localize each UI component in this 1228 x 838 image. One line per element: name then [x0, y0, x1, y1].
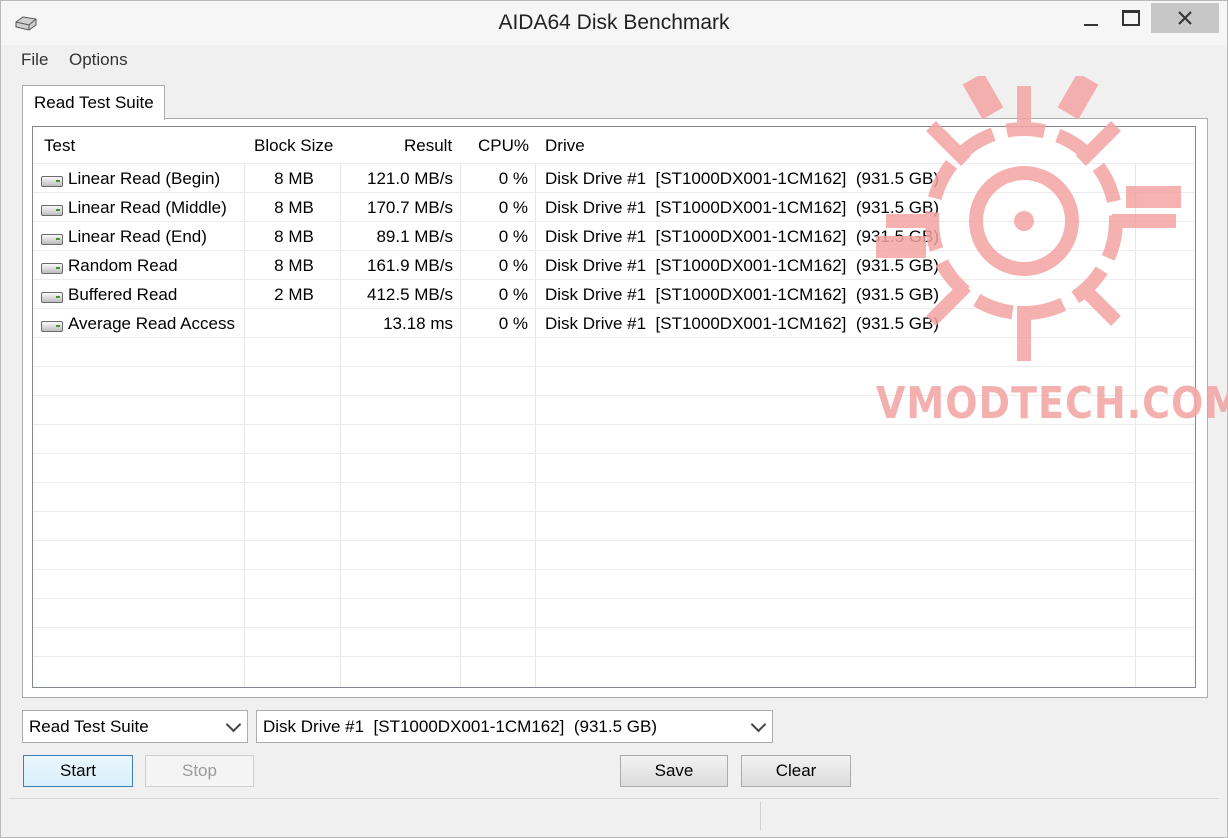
- cell-result: 161.9 MB/s: [367, 256, 453, 275]
- column-header-result[interactable]: Result: [404, 136, 452, 156]
- table-row[interactable]: Buffered Read 2 MB 412.5 MB/s 0 % Disk D…: [33, 281, 1195, 310]
- drive-select[interactable]: Disk Drive #1 [ST1000DX001-1CM162] (931.…: [256, 710, 773, 743]
- menu-options[interactable]: Options: [69, 50, 128, 70]
- chevron-down-icon: [750, 716, 767, 733]
- stop-button[interactable]: Stop: [145, 755, 254, 787]
- minimize-button[interactable]: [1069, 3, 1113, 33]
- cell-test: Linear Read (Begin): [68, 169, 221, 188]
- table-row[interactable]: Linear Read (Middle) 8 MB 170.7 MB/s 0 %…: [33, 194, 1195, 223]
- disk-drive-icon: [41, 263, 63, 274]
- menu-file[interactable]: File: [21, 50, 48, 70]
- cell-block-size: 8 MB: [274, 198, 314, 217]
- cell-drive: Disk Drive #1 [ST1000DX001-1CM162] (931.…: [545, 314, 940, 333]
- cell-drive: Disk Drive #1 [ST1000DX001-1CM162] (931.…: [545, 198, 940, 217]
- cell-drive: Disk Drive #1 [ST1000DX001-1CM162] (931.…: [545, 256, 940, 275]
- cell-result: 121.0 MB/s: [367, 169, 453, 188]
- cell-drive: Disk Drive #1 [ST1000DX001-1CM162] (931.…: [545, 227, 940, 246]
- cell-drive: Disk Drive #1 [ST1000DX001-1CM162] (931.…: [545, 169, 940, 188]
- drive-select-value: Disk Drive #1 [ST1000DX001-1CM162] (931.…: [263, 717, 658, 736]
- tab-label: Read Test Suite: [34, 93, 154, 112]
- status-divider: [760, 802, 761, 830]
- cell-cpu: 0 %: [498, 285, 528, 304]
- window-title: AIDA64 Disk Benchmark: [498, 11, 730, 34]
- table-row[interactable]: Average Read Access 13.18 ms 0 % Disk Dr…: [33, 310, 1195, 339]
- maximize-icon: [1122, 10, 1140, 26]
- table-header: Test Block Size Result CPU% Drive: [33, 127, 1195, 163]
- tab-read-test-suite[interactable]: Read Test Suite: [22, 85, 165, 120]
- cell-result: 89.1 MB/s: [376, 227, 453, 246]
- test-suite-select-value: Read Test Suite: [29, 717, 149, 736]
- column-header-block-size[interactable]: Block Size: [254, 136, 333, 156]
- close-icon: [1178, 11, 1192, 25]
- cell-block-size: 8 MB: [274, 256, 314, 275]
- save-button[interactable]: Save: [620, 755, 728, 787]
- table-row[interactable]: Random Read 8 MB 161.9 MB/s 0 % Disk Dri…: [33, 252, 1195, 281]
- cell-test: Linear Read (End): [68, 227, 207, 246]
- cell-cpu: 0 %: [498, 198, 528, 217]
- menu-bar: File Options: [9, 46, 1219, 74]
- title-bar[interactable]: AIDA64 Disk Benchmark: [1, 1, 1227, 45]
- benchmark-window: AIDA64 Disk Benchmark File Options Read …: [0, 0, 1228, 838]
- disk-drive-icon: [41, 321, 63, 332]
- cell-block-size: 2 MB: [274, 285, 314, 304]
- cell-cpu: 0 %: [498, 169, 528, 188]
- cell-cpu: 0 %: [498, 227, 528, 246]
- minimize-icon: [1084, 24, 1098, 26]
- disk-drive-icon: [41, 292, 63, 303]
- column-header-test[interactable]: Test: [44, 136, 75, 156]
- cell-cpu: 0 %: [498, 256, 528, 275]
- column-header-drive[interactable]: Drive: [545, 136, 585, 156]
- close-button[interactable]: [1151, 3, 1219, 33]
- cell-result: 412.5 MB/s: [367, 285, 453, 304]
- table-row[interactable]: Linear Read (Begin) 8 MB 121.0 MB/s 0 % …: [33, 165, 1195, 194]
- cell-block-size: 8 MB: [274, 227, 314, 246]
- cell-test: Buffered Read: [68, 285, 178, 304]
- disk-drive-icon: [41, 205, 63, 216]
- cell-block-size: 8 MB: [274, 169, 314, 188]
- disk-drive-icon: [41, 176, 63, 187]
- start-button[interactable]: Start: [23, 755, 133, 787]
- status-bar: [9, 798, 1219, 833]
- cell-result: 13.18 ms: [383, 314, 453, 333]
- test-suite-select[interactable]: Read Test Suite: [22, 710, 248, 743]
- results-table[interactable]: Test Block Size Result CPU% Drive Linear…: [32, 126, 1196, 688]
- clear-button[interactable]: Clear: [741, 755, 851, 787]
- cell-cpu: 0 %: [498, 314, 528, 333]
- chevron-down-icon: [225, 716, 242, 733]
- maximize-button[interactable]: [1109, 3, 1153, 33]
- cell-drive: Disk Drive #1 [ST1000DX001-1CM162] (931.…: [545, 285, 940, 304]
- cell-test: Linear Read (Middle): [68, 198, 227, 217]
- cell-test: Random Read: [68, 256, 178, 275]
- disk-drive-icon: [41, 234, 63, 245]
- column-header-cpu[interactable]: CPU%: [478, 136, 529, 156]
- table-row[interactable]: Linear Read (End) 8 MB 89.1 MB/s 0 % Dis…: [33, 223, 1195, 252]
- cell-test: Average Read Access: [68, 314, 235, 333]
- cell-result: 170.7 MB/s: [367, 198, 453, 217]
